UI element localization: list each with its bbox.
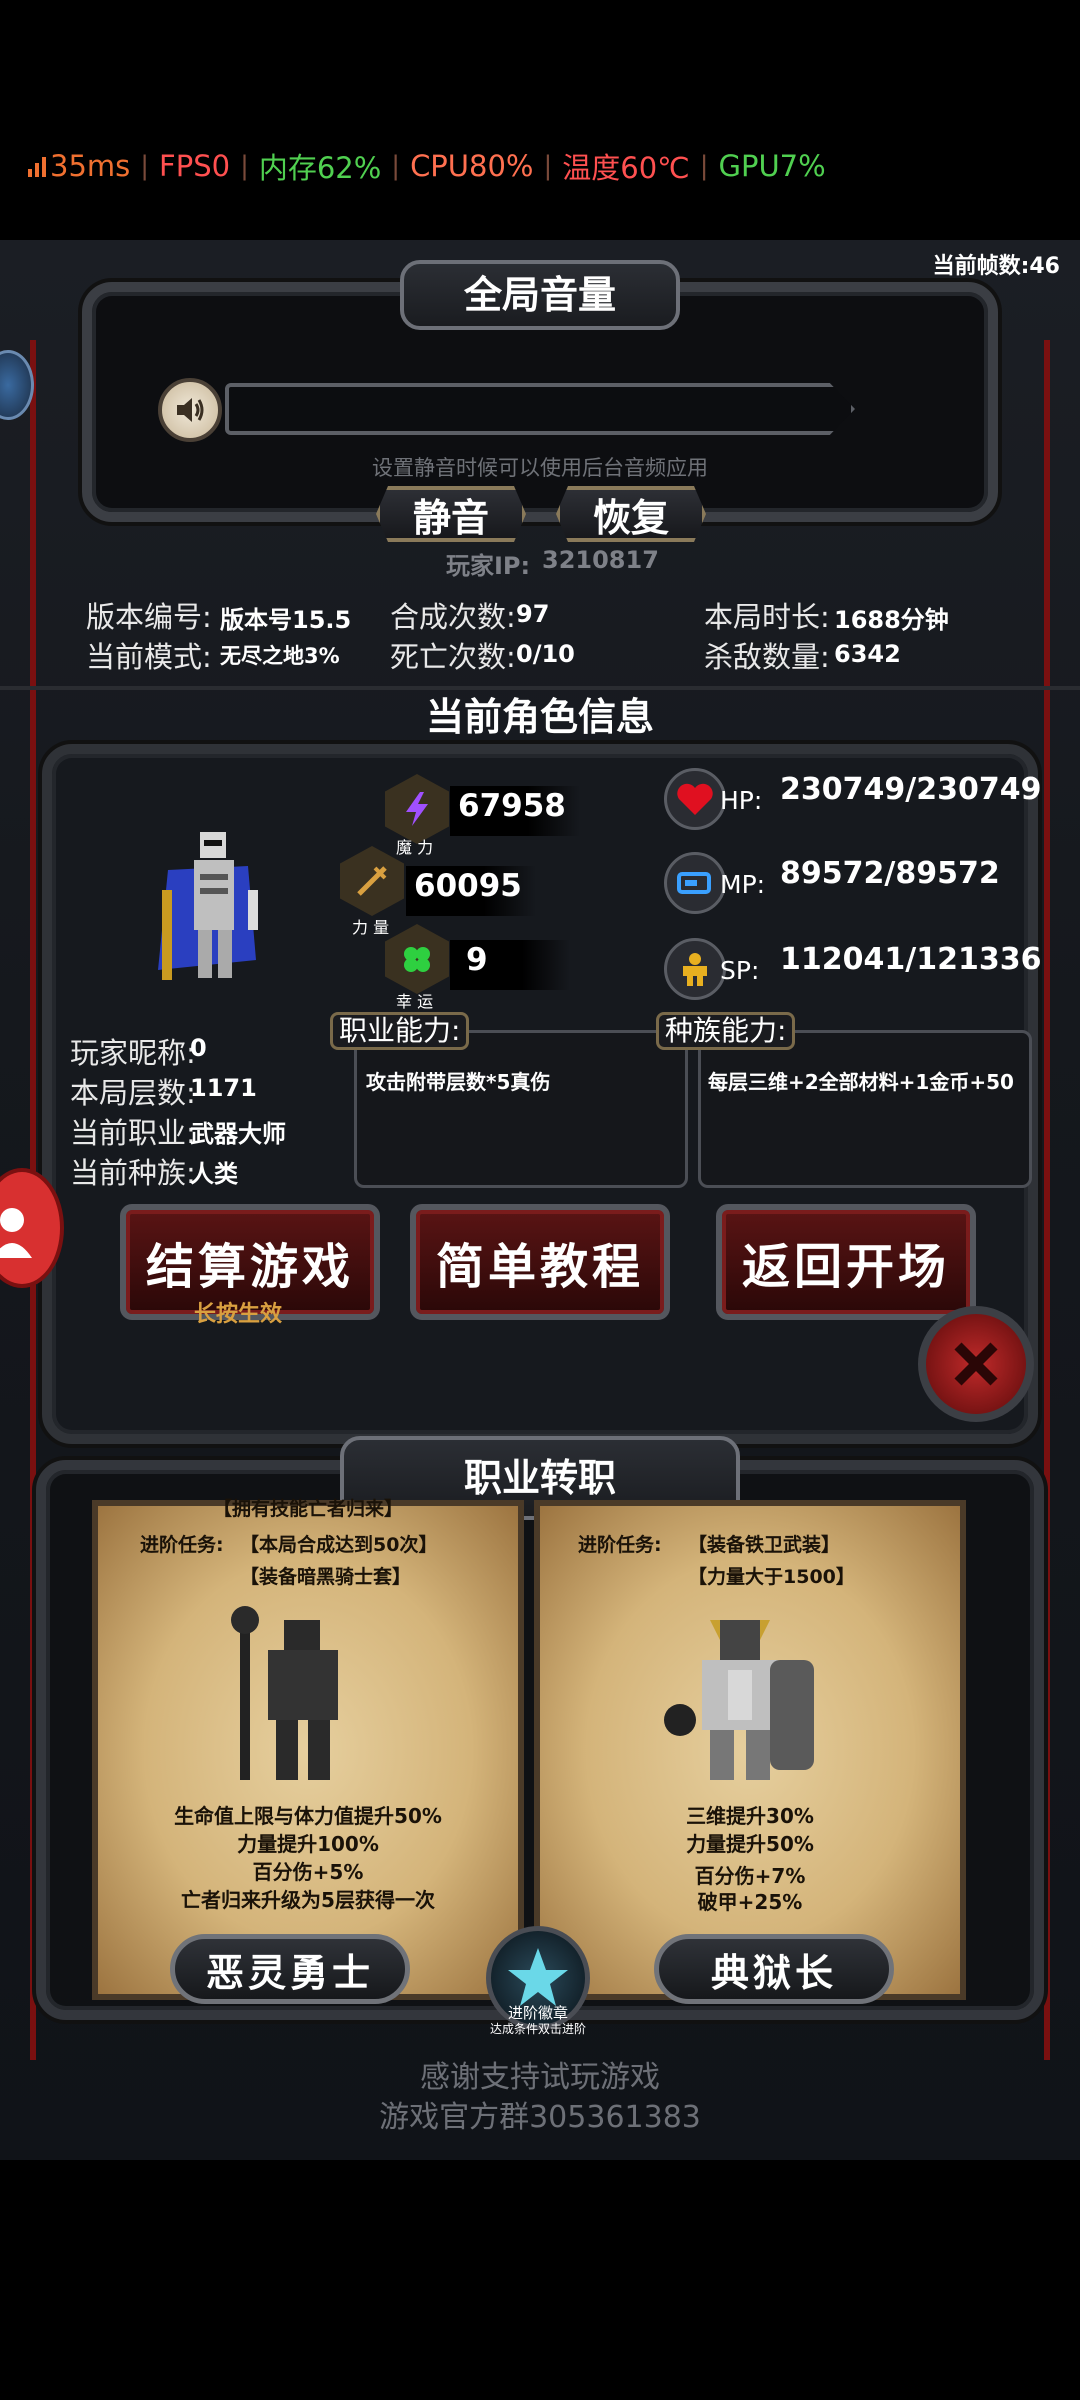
magic-value: 67958: [458, 788, 566, 824]
right-bonus2: 力量提升50%: [686, 1832, 814, 1856]
footer-group: 游戏官方群305361383: [379, 2100, 701, 2135]
hero-sprite: [138, 830, 278, 990]
time-label: 本局时长:: [704, 600, 830, 634]
mana-icon: [664, 852, 726, 914]
race-ability-title: 种族能力:: [656, 1012, 796, 1050]
star-icon: [508, 1948, 568, 2006]
version-value: 版本号15.5: [220, 606, 352, 634]
job-ability-text: 攻击附带层数*5真伤: [366, 1070, 551, 1094]
hp-value: 230749/230749: [780, 772, 1042, 807]
job-label: 当前职业:: [70, 1116, 196, 1150]
stamina-icon: [664, 938, 726, 1000]
kills-label: 杀敌数量:: [704, 640, 830, 674]
volume-title: 全局音量: [400, 260, 680, 330]
heart-icon: [664, 768, 726, 830]
mode-label: 当前模式:: [86, 640, 212, 674]
fps-text: FPS0: [159, 149, 231, 183]
return-start-button[interactable]: 返回开场: [716, 1204, 976, 1320]
left-task-label: 进阶任务:: [140, 1534, 224, 1556]
mode-value: 无尽之地3%: [220, 644, 340, 668]
close-button[interactable]: [918, 1306, 1034, 1422]
right-rail: [1044, 340, 1050, 2060]
race-ability-box: [698, 1030, 1032, 1188]
left-owned: 【拥有技能亡者归来】: [212, 1498, 403, 1520]
floating-orb-icon[interactable]: [0, 350, 34, 420]
sp-label: SP:: [720, 956, 760, 985]
race-value: 人类: [190, 1160, 238, 1188]
race-ability-text: 每层三维+2全部材料+1金币+50: [708, 1070, 1014, 1094]
job-value: 武器大师: [190, 1120, 286, 1148]
player-ip-label: 玩家IP:: [446, 552, 531, 580]
tutorial-button[interactable]: 简单教程: [410, 1204, 670, 1320]
game-panel: 当前帧数:46 全局音量 设置静音时候可以使用后台音频应用 静音 恢复 玩家IP…: [0, 240, 1080, 2160]
death-label: 死亡次数:: [390, 640, 516, 674]
kills-value: 6342: [834, 640, 901, 668]
player-ip-value: 3210817: [542, 546, 659, 574]
left-task2: 【装备暗黑骑士套】: [240, 1566, 412, 1588]
floors-label: 本局层数:: [70, 1076, 196, 1110]
strength-label: 力 量: [352, 918, 390, 937]
nickname-label: 玩家昵称:: [70, 1036, 196, 1070]
luck-value: 9: [466, 942, 488, 978]
right-bonus3: 百分伤+7%: [694, 1864, 806, 1888]
ping-text: 35ms: [50, 149, 131, 183]
volume-slider[interactable]: [225, 383, 855, 435]
job-ability-title: 职业能力:: [330, 1012, 470, 1050]
memory-text: 内存62%: [258, 151, 382, 185]
death-value: 0/10: [516, 640, 575, 668]
mp-label: MP:: [720, 870, 766, 899]
mute-button[interactable]: 静音: [376, 486, 526, 542]
floors-value: 1171: [190, 1074, 257, 1102]
restore-button[interactable]: 恢复: [556, 486, 706, 542]
craft-label: 合成次数:: [390, 600, 516, 634]
badge-hint: 达成条件双击进阶: [489, 2022, 586, 2036]
volume-hint: 设置静音时候可以使用后台音频应用: [372, 456, 708, 480]
left-bonus4: 亡者归来升级为5层获得一次: [181, 1888, 435, 1912]
magic-label: 魔 力: [396, 838, 434, 857]
job-ability-box: [354, 1030, 688, 1188]
dark-knight-sprite: [220, 1600, 380, 1790]
footer-thanks: 感谢支持试玩游戏: [420, 2060, 660, 2095]
right-task1: 【装备铁卫武装】: [688, 1534, 841, 1556]
right-task2: 【力量大于1500】: [688, 1566, 855, 1588]
right-bonus4: 破甲+25%: [697, 1890, 803, 1914]
craft-value: 97: [516, 600, 550, 628]
close-icon: [954, 1342, 998, 1386]
version-label: 版本编号:: [86, 600, 212, 634]
gpu-text: GPU7%: [718, 149, 826, 183]
strength-value: 60095: [414, 868, 522, 904]
left-bonus2: 力量提升100%: [237, 1832, 379, 1856]
right-bonus1: 三维提升30%: [686, 1804, 814, 1828]
luck-label: 幸 运: [396, 992, 434, 1011]
mp-value: 89572/89572: [780, 856, 1000, 891]
temperature-text: 温度60℃: [562, 151, 690, 185]
performance-overlay: 35ms | FPS0 | 内存62% | CPU80% | 温度60℃ | G…: [28, 144, 826, 188]
nickname-value: 0: [190, 1034, 207, 1062]
race-label: 当前种族:: [70, 1156, 196, 1190]
screen: 35ms | FPS0 | 内存62% | CPU80% | 温度60℃ | G…: [0, 0, 1080, 2400]
sp-value: 112041/121336: [780, 942, 1042, 977]
left-bonus1: 生命值上限与体力值提升50%: [174, 1804, 442, 1828]
time-value: 1688分钟: [834, 606, 949, 634]
settle-hint: 长按生效: [194, 1302, 283, 1327]
signal-icon: [28, 155, 46, 177]
character-section-title: 当前角色信息: [425, 695, 654, 739]
speaker-icon[interactable]: [158, 378, 222, 442]
left-task1: 【本局合成达到50次】: [240, 1534, 438, 1556]
right-task-label: 进阶任务:: [578, 1534, 662, 1556]
left-bonus3: 百分伤+5%: [252, 1860, 364, 1884]
cpu-text: CPU80%: [410, 149, 534, 183]
hp-label: HP:: [720, 786, 763, 815]
warden-sprite: [650, 1610, 830, 1790]
frame-counter: 当前帧数:46: [932, 254, 1060, 279]
left-job-name: 恶灵勇士: [170, 1934, 410, 2004]
right-job-name: 典狱长: [654, 1934, 894, 2004]
